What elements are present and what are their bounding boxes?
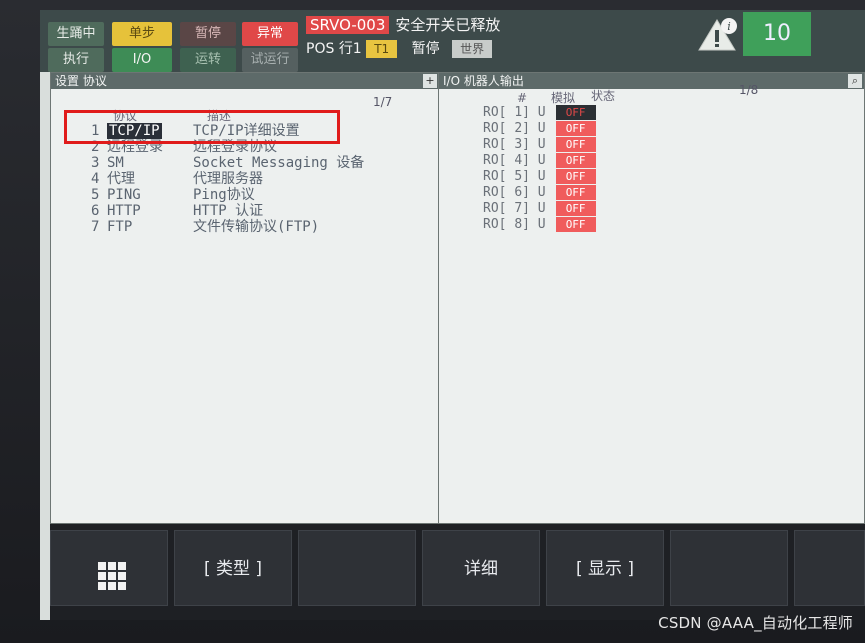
status-test-run: 试运行 bbox=[242, 48, 298, 72]
status-fault: 异常 bbox=[242, 22, 298, 46]
state-badge[interactable]: OFF bbox=[555, 201, 596, 216]
alarm-line: SRVO-003 安全开关已释放 bbox=[306, 14, 500, 36]
page-indicator: 1/7 bbox=[373, 95, 393, 109]
status-run: 运转 bbox=[180, 48, 236, 72]
override-indicator[interactable]: 10 bbox=[743, 12, 811, 56]
state-badge[interactable]: OFF bbox=[555, 153, 596, 168]
state-badge[interactable]: OFF bbox=[555, 105, 596, 120]
status-executing: 执行 bbox=[48, 48, 104, 72]
position-line: POS 行1 T1 暂停 世界 bbox=[306, 38, 493, 60]
io-row[interactable]: RO[ 8] U OFF bbox=[483, 217, 596, 232]
row-number: 7 bbox=[91, 219, 100, 235]
state-badge[interactable]: OFF bbox=[555, 137, 596, 152]
t1-badge: T1 bbox=[366, 40, 398, 58]
panel-title-text: 设置 协议 bbox=[55, 74, 107, 88]
io-row[interactable]: RO[ 3] U OFF bbox=[483, 137, 596, 152]
row-protocol: 代理 bbox=[107, 171, 135, 187]
detail-button[interactable]: 详细 bbox=[422, 530, 540, 606]
row-description: 代理服务器 bbox=[193, 171, 263, 187]
status-busy: 生踊中 bbox=[48, 22, 104, 46]
row-description: HTTP 认证 bbox=[193, 203, 264, 219]
warning-info-icon[interactable]: i bbox=[695, 16, 739, 54]
row-number: 3 bbox=[91, 155, 100, 171]
status-pause: 暂停 bbox=[180, 22, 236, 46]
panel-title-protocol: 设置 协议 + bbox=[51, 73, 439, 89]
panel-toggle-button[interactable]: + bbox=[423, 74, 437, 88]
grid-menu-icon bbox=[98, 562, 126, 590]
io-row[interactable]: RO[ 4] U OFF bbox=[483, 153, 596, 168]
page-indicator: 1/8 bbox=[739, 83, 759, 97]
protocol-row-ftp[interactable]: 7 FTP 文件传输协议(FTP) bbox=[91, 219, 319, 235]
state-badge[interactable]: OFF bbox=[555, 217, 596, 232]
function-key-bar: [ 类型 ] 详细 [ 显示 ] bbox=[50, 524, 865, 620]
alarm-text: 安全开关已释放 bbox=[395, 16, 501, 34]
row-number: 4 bbox=[91, 171, 100, 187]
robot-output-panel: I/O 机器人输出 ⌕ 1/8 # 模拟 状态 RO[ 1] U OFF RO[ … bbox=[438, 72, 865, 524]
io-row[interactable]: RO[ 2] U OFF bbox=[483, 121, 596, 136]
pos-label: POS bbox=[306, 41, 335, 57]
zoom-icon[interactable]: ⌕ bbox=[848, 74, 862, 88]
row-protocol: HTTP bbox=[107, 203, 141, 219]
line-label: 行1 bbox=[338, 41, 362, 57]
teach-pendant-screen: 生踊中 单步 暂停 异常 执行 I/O 运转 试运行 SRVO-003 安全开关已… bbox=[40, 10, 865, 620]
protocol-row-proxy[interactable]: 4 代理 代理服务器 bbox=[91, 171, 263, 187]
row-number: 5 bbox=[91, 187, 100, 203]
annotation-highlight-box bbox=[64, 110, 340, 144]
row-description: 文件传输协议(FTP) bbox=[193, 219, 320, 235]
display-button[interactable]: [ 显示 ] bbox=[546, 530, 664, 606]
function-key-3[interactable] bbox=[298, 530, 416, 606]
watermark-text: CSDN @AAA_自动化工程师 bbox=[658, 614, 853, 632]
row-description: Socket Messaging 设备 bbox=[193, 155, 365, 171]
io-row[interactable]: RO[ 1] U OFF bbox=[483, 105, 596, 120]
column-header-state: 状态 bbox=[591, 89, 616, 103]
status-io: I/O bbox=[112, 48, 172, 72]
protocol-row-sm[interactable]: 3 SM Socket Messaging 设备 bbox=[91, 155, 364, 171]
status-bar: 生踊中 单步 暂停 异常 执行 I/O 运转 试运行 SRVO-003 安全开关已… bbox=[40, 10, 865, 72]
panel-title-text: I/O 机器人输出 bbox=[443, 74, 524, 88]
io-row[interactable]: RO[ 7] U OFF bbox=[483, 201, 596, 216]
alarm-code: SRVO-003 bbox=[306, 16, 390, 34]
type-button[interactable]: [ 类型 ] bbox=[174, 530, 292, 606]
column-header-number: # bbox=[517, 91, 528, 105]
menu-grid-button[interactable] bbox=[50, 530, 168, 606]
function-key-next[interactable] bbox=[794, 530, 865, 606]
state-badge[interactable]: OFF bbox=[555, 121, 596, 136]
row-protocol: FTP bbox=[107, 219, 133, 235]
protocol-row-ping[interactable]: 5 PING Ping协议 bbox=[91, 187, 255, 203]
status-single-step: 单步 bbox=[112, 22, 172, 46]
paused-text: 暂停 bbox=[411, 41, 440, 57]
io-row[interactable]: RO[ 5] U OFF bbox=[483, 169, 596, 184]
column-header-sim: 模拟 bbox=[551, 91, 576, 105]
function-key-6[interactable] bbox=[670, 530, 788, 606]
protocol-row-http[interactable]: 6 HTTP HTTP 认证 bbox=[91, 203, 263, 219]
io-row[interactable]: RO[ 6] U OFF bbox=[483, 185, 596, 200]
world-badge: 世界 bbox=[452, 40, 493, 58]
row-protocol: SM bbox=[107, 155, 124, 171]
row-description: Ping协议 bbox=[193, 187, 255, 203]
row-number: 6 bbox=[91, 203, 100, 219]
state-badge[interactable]: OFF bbox=[555, 169, 596, 184]
panel-title-io: I/O 机器人输出 ⌕ bbox=[439, 73, 864, 89]
row-protocol: PING bbox=[107, 187, 141, 203]
svg-text:i: i bbox=[727, 20, 731, 33]
state-badge[interactable]: OFF bbox=[555, 185, 596, 200]
